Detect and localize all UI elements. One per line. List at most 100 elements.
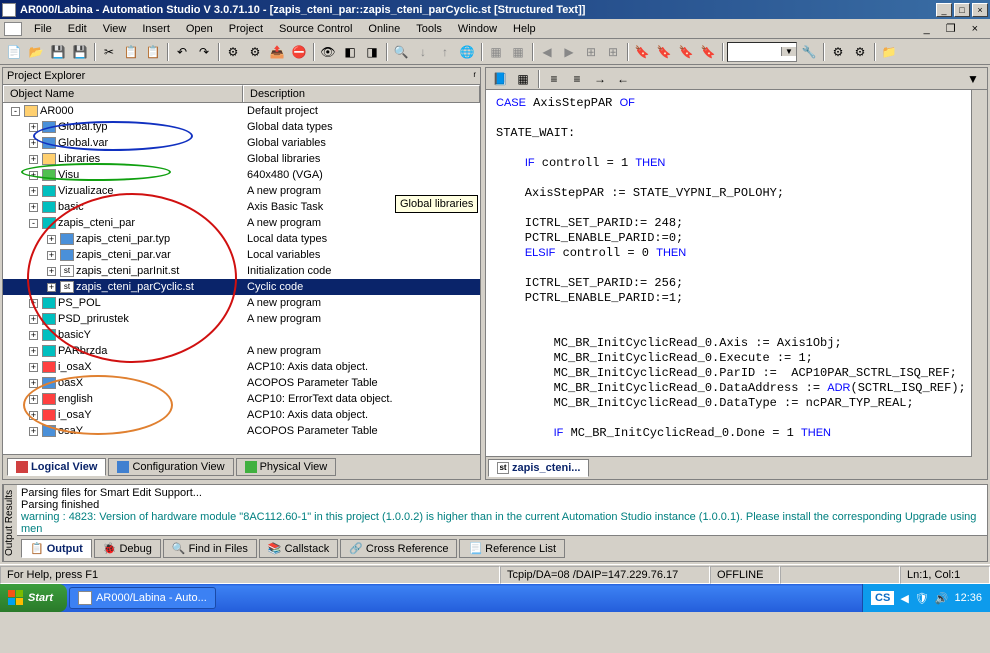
tb-btn-f[interactable]: ⊞ (603, 42, 623, 62)
mdi-restore-button[interactable]: ❐ (938, 20, 964, 37)
explorer-tree[interactable]: -AR000Default project+Global.typGlobal d… (3, 103, 480, 454)
expand-icon[interactable]: + (29, 395, 38, 404)
expand-icon[interactable]: + (29, 315, 38, 324)
tb-btn-c[interactable]: ▦ (486, 42, 506, 62)
tray-clock[interactable]: 12:36 (954, 592, 982, 604)
menu-project[interactable]: Project (221, 21, 271, 37)
menu-help[interactable]: Help (505, 21, 544, 37)
output-text[interactable]: Parsing files for Smart Edit Support... … (17, 485, 987, 535)
tree-item[interactable]: +stzapis_cteni_parCyclic.stCyclic code (3, 279, 480, 295)
expand-icon[interactable]: - (29, 219, 38, 228)
expand-icon[interactable]: + (29, 203, 38, 212)
tree-item[interactable]: +oasXACOPOS Parameter Table (3, 375, 480, 391)
transfer-button[interactable]: 📤 (267, 42, 287, 62)
expand-icon[interactable]: + (29, 187, 38, 196)
tree-item[interactable]: +PSD_prirustekA new program (3, 311, 480, 327)
tree-item[interactable]: +i_osaYACP10: Axis data object. (3, 407, 480, 423)
maximize-button[interactable]: □ (954, 3, 970, 17)
expand-icon[interactable]: + (47, 283, 56, 292)
expand-icon[interactable]: + (47, 267, 56, 276)
code-area[interactable]: CASE AxisStepPAR OF STATE_WAIT: IF contr… (486, 90, 987, 456)
tree-item[interactable]: +englishACP10: ErrorText data object. (3, 391, 480, 407)
tab-callstack[interactable]: 📚Callstack (259, 539, 338, 558)
menu-open[interactable]: Open (178, 21, 221, 37)
mdi-close-button[interactable]: × (964, 21, 986, 37)
tree-item[interactable]: +PARbrzdaA new program (3, 343, 480, 359)
ed-btn-f[interactable]: ← (613, 69, 633, 89)
menu-insert[interactable]: Insert (134, 21, 178, 37)
save-button[interactable]: 💾 (48, 42, 68, 62)
globe-button[interactable]: 🌐 (457, 42, 477, 62)
forward-button[interactable]: ▶ (559, 42, 579, 62)
build-button[interactable]: ⚙ (223, 42, 243, 62)
tree-item[interactable]: +zapis_cteni_par.typLocal data types (3, 231, 480, 247)
tree-item[interactable]: +Visu640x480 (VGA) (3, 167, 480, 183)
tree-item[interactable]: +stzapis_cteni_parInit.stInitialization … (3, 263, 480, 279)
monitor-button[interactable]: 👁 (318, 42, 338, 62)
cut-button[interactable]: ✂ (99, 42, 119, 62)
tb-btn-g[interactable]: 🔧 (799, 42, 819, 62)
start-button[interactable]: Start (0, 584, 67, 612)
findnext-button[interactable]: ↓ (413, 42, 433, 62)
bookmark-clear[interactable]: 🔖 (698, 42, 718, 62)
saveall-button[interactable]: 💾 (70, 42, 90, 62)
ed-btn-d[interactable]: ≡ (567, 69, 587, 89)
tab-crossref[interactable]: 🔗Cross Reference (340, 539, 457, 558)
col-description[interactable]: Description (243, 85, 480, 102)
copy-button[interactable]: 📋 (121, 42, 141, 62)
menu-window[interactable]: Window (450, 21, 505, 37)
menu-file[interactable]: File (26, 21, 60, 37)
tb-btn-j[interactable]: 📁 (879, 42, 899, 62)
expand-icon[interactable]: + (29, 299, 38, 308)
tree-item[interactable]: -AR000Default project (3, 103, 480, 119)
ed-btn-c[interactable]: ≡ (544, 69, 564, 89)
findprev-button[interactable]: ↑ (435, 42, 455, 62)
bookmark-next[interactable]: 🔖 (654, 42, 674, 62)
open-button[interactable]: 📂 (26, 42, 46, 62)
expand-icon[interactable]: + (29, 331, 38, 340)
tab-findinfiles[interactable]: 🔍Find in Files (163, 539, 257, 558)
taskbar-app-button[interactable]: AR000/Labina - Auto... (69, 587, 216, 609)
menu-online[interactable]: Online (360, 21, 408, 37)
tree-item[interactable]: +LibrariesGlobal libraries (3, 151, 480, 167)
expand-icon[interactable]: + (29, 411, 38, 420)
expand-icon[interactable]: + (47, 251, 56, 260)
ed-btn-a[interactable]: 📘 (490, 69, 510, 89)
search-button[interactable]: 🔍 (391, 42, 411, 62)
ed-btn-b[interactable]: ▦ (513, 69, 533, 89)
editor-file-tab[interactable]: stzapis_cteni... (488, 459, 589, 477)
tray-icon[interactable]: 🛡 (915, 592, 929, 605)
stop-button[interactable]: ⛔ (289, 42, 309, 62)
menu-sourcecontrol[interactable]: Source Control (271, 21, 360, 37)
tab-debug[interactable]: 🐞Debug (94, 539, 161, 558)
ed-btn-e[interactable]: → (590, 69, 610, 89)
tb-btn-a[interactable]: ◧ (340, 42, 360, 62)
menu-tools[interactable]: Tools (408, 21, 450, 37)
expand-icon[interactable]: - (11, 107, 20, 116)
tb-btn-i[interactable]: ⚙ (850, 42, 870, 62)
expand-icon[interactable]: + (29, 139, 38, 148)
tree-item[interactable]: +zapis_cteni_par.varLocal variables (3, 247, 480, 263)
tb-btn-h[interactable]: ⚙ (828, 42, 848, 62)
tree-item[interactable]: -zapis_cteni_parA new program (3, 215, 480, 231)
toolbar-combo[interactable]: ▼ (727, 42, 797, 62)
tab-output[interactable]: 📋Output (21, 539, 92, 558)
undo-button[interactable]: ↶ (172, 42, 192, 62)
expand-icon[interactable]: + (29, 347, 38, 356)
mdi-minimize-button[interactable]: _ (916, 21, 938, 37)
tree-item[interactable]: +PS_POLA new program (3, 295, 480, 311)
tb-btn-d[interactable]: ▦ (508, 42, 528, 62)
tab-reflist[interactable]: 📃Reference List (459, 539, 565, 558)
new-button[interactable]: 📄 (4, 42, 24, 62)
expand-icon[interactable]: + (29, 427, 38, 436)
explorer-close-icon[interactable]: r (473, 70, 476, 82)
bookmark-prev[interactable]: 🔖 (676, 42, 696, 62)
expand-icon[interactable]: + (29, 363, 38, 372)
ed-dropdown-icon[interactable]: ▼ (963, 69, 983, 89)
tree-item[interactable]: +basicY (3, 327, 480, 343)
expand-icon[interactable]: + (29, 171, 38, 180)
language-indicator[interactable]: CS (871, 591, 894, 605)
system-tray[interactable]: CS ◀ 🛡 🔊 12:36 (862, 584, 990, 612)
tree-item[interactable]: +Global.typGlobal data types (3, 119, 480, 135)
minimize-button[interactable]: _ (936, 3, 952, 17)
